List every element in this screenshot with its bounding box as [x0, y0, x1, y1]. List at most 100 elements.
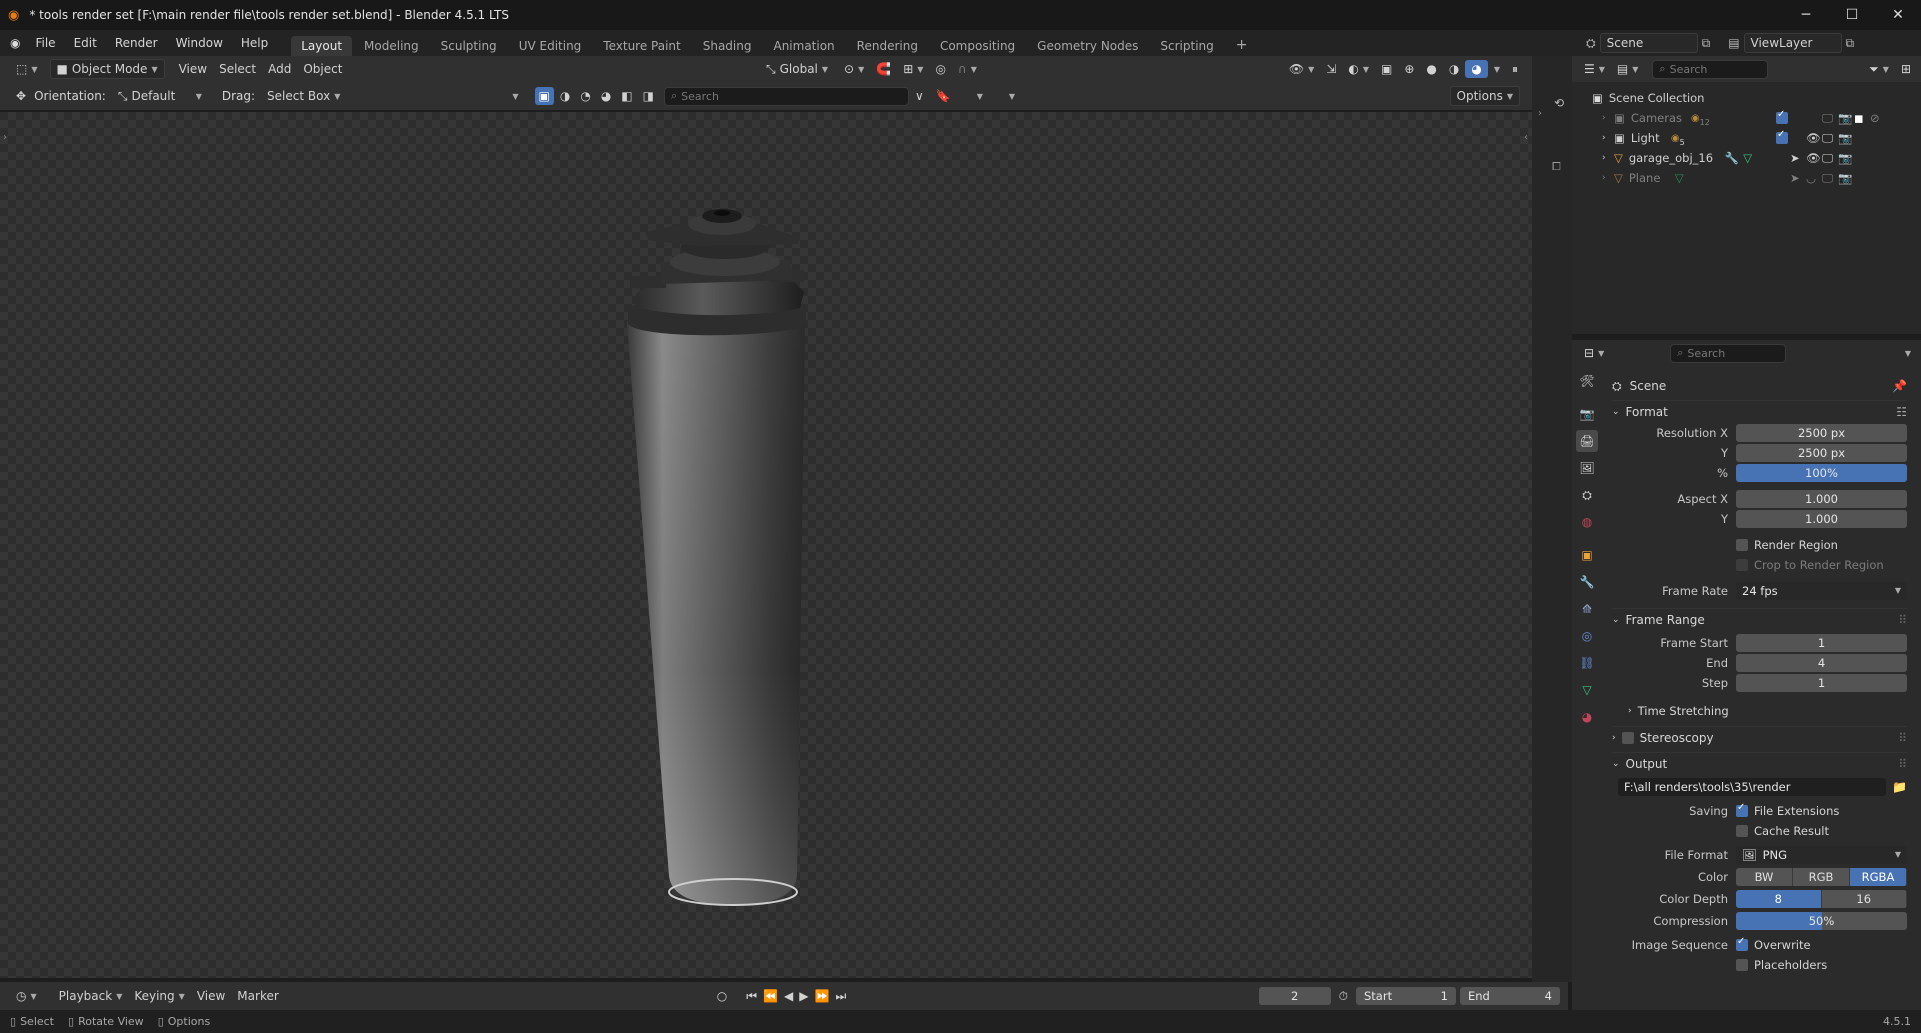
drag-handle-icon[interactable]: ⠿ [1898, 731, 1907, 745]
tool-tab-icon[interactable]: 🛠 [1576, 370, 1598, 392]
outliner-row-garage-obj[interactable]: › ▽ garage_obj_16 🔧 ▽ ➤ 👁 🖵 📷 [1572, 148, 1921, 168]
dropdown-icon[interactable]: ▼ [971, 90, 989, 103]
minimize-button[interactable]: ─ [1783, 0, 1829, 30]
move-tool-icon[interactable]: ✥ [16, 89, 26, 103]
pin-icon[interactable]: 📌 [1892, 379, 1907, 393]
xray-icon[interactable]: ▣ [1375, 60, 1398, 78]
cache-result-checkbox[interactable] [1736, 825, 1748, 837]
properties-search-input[interactable]: ⌕ Search [1670, 343, 1787, 363]
depth-8-button[interactable]: 8 [1736, 890, 1822, 908]
tool-options-dropdown[interactable]: ▼ [506, 90, 524, 103]
aspect-y-field[interactable]: 1.000 [1736, 510, 1907, 528]
tab-modeling[interactable]: Modeling [354, 36, 429, 56]
jump-keyframe-forward-icon[interactable]: ⏩ [812, 987, 833, 1005]
file-extensions-checkbox[interactable] [1736, 802, 1748, 817]
3d-viewport[interactable]: › ‹ [0, 112, 1532, 978]
select-mode-subtract-icon[interactable]: ◔ [576, 87, 594, 105]
aspect-x-field[interactable]: 1.000 [1736, 490, 1907, 508]
select-arrow-icon[interactable]: ➤ [1790, 171, 1800, 185]
render-camera-icon[interactable]: 📷 [1838, 111, 1852, 125]
select-mode-set-icon[interactable]: ▣ [534, 87, 554, 105]
display-mode-icon[interactable]: ▤ ▼ [1611, 60, 1645, 78]
transform-orientation-dropdown[interactable]: ⤡ Global ▼ [760, 60, 834, 79]
menu-file[interactable]: File [26, 36, 64, 50]
eye-closed-icon[interactable]: ◡ [1806, 171, 1816, 185]
placeholders-checkbox[interactable] [1736, 959, 1748, 971]
menu-view[interactable]: View [173, 60, 213, 78]
menu-keying[interactable]: Keying ▼ [128, 987, 190, 1005]
hide-viewport-icon[interactable]: 🖵 [1822, 131, 1833, 146]
properties-options-dropdown[interactable]: ▼ [1899, 347, 1917, 360]
presets-icon[interactable]: ☷ [1896, 405, 1907, 419]
scene-tab-icon[interactable]: ⛭ [1576, 484, 1598, 506]
stereoscopy-checkbox[interactable] [1621, 731, 1634, 744]
spray-can-model[interactable] [627, 209, 806, 912]
frame-rate-dropdown[interactable]: 24 fps ▼ [1736, 582, 1907, 600]
auto-keying-icon[interactable]: ○ [711, 987, 733, 1005]
snap-icon[interactable]: 🧲 [870, 60, 897, 78]
filter-icon[interactable]: ∨ [909, 87, 930, 105]
expand-arrow-icon[interactable]: › [1602, 133, 1614, 143]
drag-handle-icon[interactable]: ⠿ [1898, 613, 1907, 627]
constraints-tab-icon[interactable]: ⛓ [1576, 652, 1598, 674]
crop-region-checkbox[interactable] [1736, 559, 1748, 571]
collapse-arrow-icon[interactable]: › [1538, 108, 1542, 119]
color-bw-button[interactable]: BW [1736, 868, 1793, 886]
new-view-layer-icon[interactable]: ⧉ [1846, 36, 1855, 51]
shading-solid-icon[interactable]: ● [1420, 60, 1442, 78]
play-icon[interactable]: ▶ [796, 987, 811, 1005]
menu-marker[interactable]: Marker [231, 987, 284, 1005]
jump-start-icon[interactable]: ⏮ [743, 987, 760, 1006]
scene-collection-row[interactable]: ▣ Scene Collection [1572, 88, 1921, 108]
pivot-point-icon[interactable]: ⊙ ▼ [838, 60, 870, 78]
menu-playback[interactable]: Playback ▼ [53, 987, 129, 1005]
proportional-edit-icon[interactable]: ◎ [929, 60, 951, 78]
expand-arrow-icon[interactable]: › [1602, 173, 1614, 183]
indirect-only-icon[interactable]: ⊘ [1870, 111, 1880, 125]
jump-end-icon[interactable]: ⏭ [832, 987, 849, 1006]
view-layer-tab-icon[interactable]: 🖼 [1576, 457, 1598, 479]
stereoscopy-panel-header[interactable]: › Stereoscopy ⠿ [1612, 726, 1907, 748]
shading-wireframe-icon[interactable]: ⊕ [1398, 60, 1420, 78]
select-arrow-icon[interactable]: ➤ [1790, 151, 1800, 165]
format-panel-header[interactable]: ⌄ Format ☷ [1612, 400, 1907, 422]
tab-compositing[interactable]: Compositing [930, 36, 1025, 56]
resolution-percent-slider[interactable]: 100% [1736, 464, 1907, 482]
time-stretching-subpanel[interactable]: › Time Stretching [1628, 700, 1907, 722]
jump-keyframe-back-icon[interactable]: ⏪ [760, 987, 781, 1005]
drag-handle-icon[interactable]: ⠿ [1898, 757, 1907, 771]
pause-render-icon[interactable]: ⏸ [1506, 60, 1524, 79]
blender-menu-icon[interactable]: ◉ [10, 36, 20, 50]
shading-options-icon[interactable]: ▼ [1488, 63, 1506, 76]
menu-render[interactable]: Render [106, 36, 167, 50]
new-scene-icon[interactable]: ⧉ [1702, 36, 1711, 51]
tool-search-input[interactable]: ⌕ Search [663, 86, 909, 106]
dropdown-icon-2[interactable]: ▼ [1003, 90, 1021, 103]
shading-material-icon[interactable]: ◑ [1443, 60, 1465, 78]
expand-arrow-icon[interactable]: › [1602, 153, 1614, 163]
add-workspace-button[interactable]: + [1226, 34, 1258, 56]
menu-object[interactable]: Object [297, 60, 348, 78]
tab-sculpting[interactable]: Sculpting [431, 36, 507, 56]
data-tab-icon[interactable]: ▽ [1576, 679, 1598, 701]
outliner-row-cameras[interactable]: › ▣ Cameras ◉ 12 🖵 📷 ◼ ⊘ [1572, 108, 1921, 128]
mode-dropdown[interactable]: ■ Object Mode ▼ [49, 59, 165, 79]
timeline-end-field[interactable]: End 4 [1460, 987, 1560, 1005]
current-frame-field[interactable]: 2 [1258, 987, 1331, 1005]
outliner-row-light[interactable]: › ▣ Light ◉ 5 👁 🖵 📷 [1572, 128, 1921, 148]
snap-target-icon[interactable]: ⊞ ▼ [897, 60, 929, 78]
tab-geometry-nodes[interactable]: Geometry Nodes [1027, 36, 1148, 56]
tab-scripting[interactable]: Scripting [1150, 36, 1223, 56]
tab-rendering[interactable]: Rendering [847, 36, 928, 56]
tab-uv-editing[interactable]: UV Editing [509, 36, 592, 56]
tab-layout[interactable]: Layout [291, 36, 353, 56]
frame-step-field[interactable]: 1 [1736, 674, 1907, 692]
filter-icon[interactable]: ⏷ ▼ [1863, 60, 1895, 79]
hide-viewport-icon[interactable]: 🖵 [1822, 171, 1833, 186]
depth-16-button[interactable]: 16 [1821, 890, 1907, 908]
eye-icon[interactable]: 👁 [1806, 151, 1821, 165]
view-layer-icon[interactable]: ▤ [1728, 36, 1739, 50]
color-rgb-button[interactable]: RGB [1793, 868, 1850, 886]
close-button[interactable]: ✕ [1875, 0, 1921, 30]
output-path-field[interactable]: F:\all renders\tools\35\render [1618, 778, 1887, 796]
